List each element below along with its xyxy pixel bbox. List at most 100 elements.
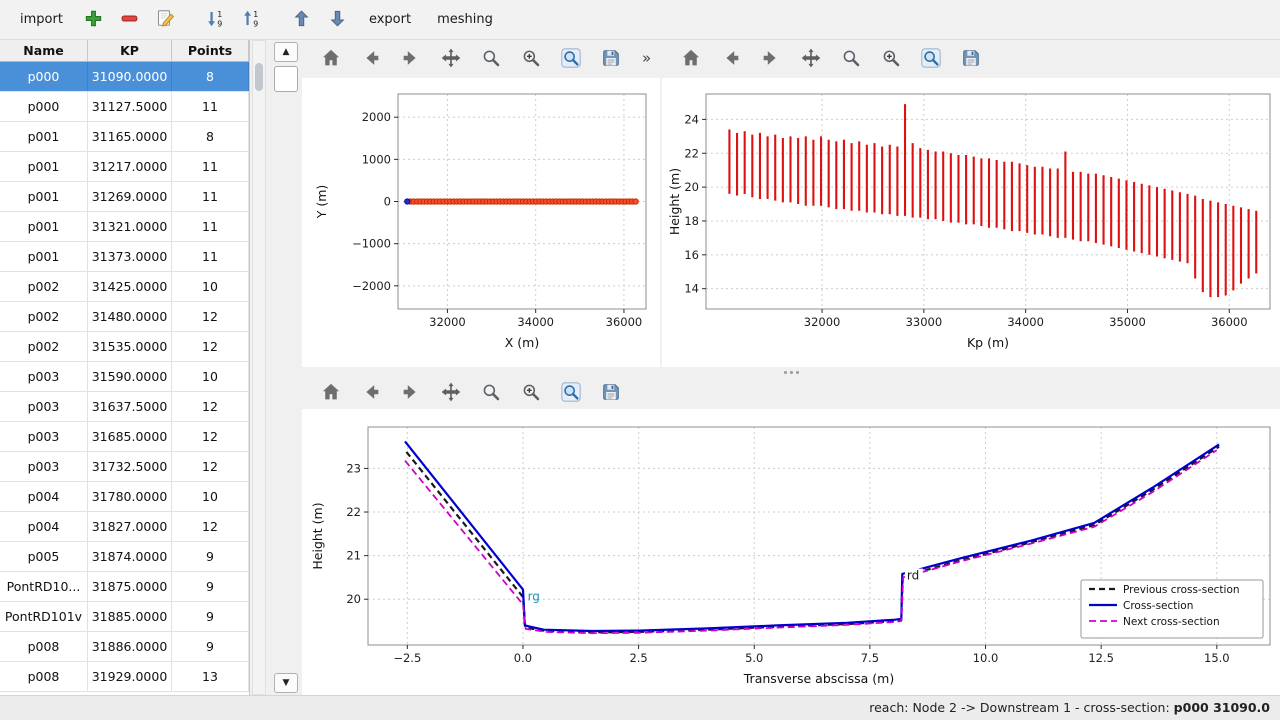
pan-button[interactable] bbox=[436, 379, 466, 407]
main-toolbar: import 19 19 export meshing bbox=[0, 0, 1280, 40]
longitudinal-profile-canvas[interactable]: 3200033000340003500036000141618202224Kp … bbox=[662, 78, 1280, 367]
table-cell-kp: 31637.5000 bbox=[88, 392, 172, 421]
zoom-rect-button[interactable] bbox=[556, 45, 586, 73]
save-button[interactable] bbox=[596, 379, 626, 407]
toolbar-overflow-button[interactable]: » bbox=[642, 49, 651, 67]
svg-text:33000: 33000 bbox=[906, 315, 943, 329]
scroll-down-button[interactable]: ▼ bbox=[274, 673, 298, 693]
zoom-rect-button[interactable] bbox=[556, 379, 586, 407]
pan-button[interactable] bbox=[796, 45, 826, 73]
column-header-kp[interactable]: KP bbox=[88, 40, 172, 61]
table-cell-kp: 31929.0000 bbox=[88, 662, 172, 691]
home-button[interactable] bbox=[676, 45, 706, 73]
table-cell-points: 8 bbox=[172, 122, 249, 151]
save-icon bbox=[600, 47, 622, 72]
zoom-rect-button[interactable] bbox=[916, 45, 946, 73]
svg-text:20: 20 bbox=[346, 592, 361, 606]
table-cell-points: 13 bbox=[172, 662, 249, 691]
table-row[interactable]: p00031127.500011 bbox=[0, 92, 249, 122]
home-icon bbox=[680, 47, 702, 72]
forward-button[interactable] bbox=[396, 379, 426, 407]
table-row[interactable]: p00531874.00009 bbox=[0, 542, 249, 572]
zoom-button[interactable] bbox=[836, 45, 866, 73]
move-up-button[interactable] bbox=[287, 6, 317, 34]
scroll-up-button[interactable]: ▲ bbox=[274, 42, 298, 62]
svg-text:Height (m): Height (m) bbox=[310, 502, 325, 569]
table-row[interactable]: p00331732.500012 bbox=[0, 452, 249, 482]
table-row[interactable]: p00831886.00009 bbox=[0, 632, 249, 662]
meshing-button[interactable]: meshing bbox=[427, 6, 503, 33]
svg-text:16: 16 bbox=[684, 248, 699, 262]
table-row[interactable]: p00331590.000010 bbox=[0, 362, 249, 392]
plots-area: 320003400036000−2000−1000010002000X (m)Y… bbox=[302, 40, 1280, 695]
table-cell-points: 10 bbox=[172, 482, 249, 511]
export-button[interactable]: export bbox=[359, 6, 421, 33]
table-row[interactable]: p00331637.500012 bbox=[0, 392, 249, 422]
edit-icon bbox=[155, 8, 176, 32]
table-row[interactable]: PontRD10...31875.00009 bbox=[0, 572, 249, 602]
forward-button[interactable] bbox=[756, 45, 786, 73]
table-row[interactable]: p00231425.000010 bbox=[0, 272, 249, 302]
zoom-in-button[interactable] bbox=[516, 45, 546, 73]
table-row[interactable]: p00131217.000011 bbox=[0, 152, 249, 182]
panel-scrollbar-thumb[interactable] bbox=[274, 66, 298, 92]
table-row[interactable]: p00831929.000013 bbox=[0, 662, 249, 692]
status-bar: reach: Node 2 -> Downstream 1 - cross-se… bbox=[0, 695, 1280, 720]
table-row[interactable]: p00331685.000012 bbox=[0, 422, 249, 452]
table-row[interactable]: p00231535.000012 bbox=[0, 332, 249, 362]
edit-cross-section-button[interactable] bbox=[151, 6, 181, 34]
table-scrollbar[interactable] bbox=[252, 40, 266, 695]
move-down-button[interactable] bbox=[323, 6, 353, 34]
table-cell-kp: 31480.0000 bbox=[88, 302, 172, 331]
table-row[interactable]: p00431827.000012 bbox=[0, 512, 249, 542]
table-cell-kp: 31269.0000 bbox=[88, 182, 172, 211]
table-cell-name: p004 bbox=[0, 482, 88, 511]
status-text: reach: Node 2 -> Downstream 1 - cross-se… bbox=[869, 700, 1173, 715]
pan-button[interactable] bbox=[436, 45, 466, 73]
home-button[interactable] bbox=[316, 45, 346, 73]
svg-text:2000: 2000 bbox=[362, 110, 391, 124]
cross-section-canvas[interactable]: −2.50.02.55.07.510.012.515.020212223Tran… bbox=[302, 409, 1280, 695]
table-row[interactable]: p00431780.000010 bbox=[0, 482, 249, 512]
table-cell-kp: 31886.0000 bbox=[88, 632, 172, 661]
back-button[interactable] bbox=[716, 45, 746, 73]
save-button[interactable] bbox=[596, 45, 626, 73]
remove-cross-section-button[interactable] bbox=[115, 6, 145, 34]
table-cell-name: p000 bbox=[0, 92, 88, 121]
home-button[interactable] bbox=[316, 379, 346, 407]
zoom-button[interactable] bbox=[476, 379, 506, 407]
cross-section-table: Name KP Points p00031090.00008p00031127.… bbox=[0, 40, 250, 695]
horizontal-splitter[interactable] bbox=[302, 367, 1280, 377]
panel-scrollbar[interactable]: ▲ ▼ bbox=[272, 40, 300, 695]
back-button[interactable] bbox=[356, 379, 386, 407]
table-row[interactable]: p00031090.00008 bbox=[0, 62, 249, 92]
svg-text:1000: 1000 bbox=[362, 152, 391, 166]
sort-ascending-button[interactable]: 19 bbox=[237, 6, 267, 34]
zoom-in-button[interactable] bbox=[516, 379, 546, 407]
table-scrollbar-thumb[interactable] bbox=[255, 63, 263, 91]
plan-view-canvas[interactable]: 320003400036000−2000−1000010002000X (m)Y… bbox=[302, 78, 660, 367]
table-row[interactable]: p00131373.000011 bbox=[0, 242, 249, 272]
import-button[interactable]: import bbox=[10, 6, 73, 33]
zoom-button[interactable] bbox=[476, 45, 506, 73]
forward-button[interactable] bbox=[396, 45, 426, 73]
add-cross-section-button[interactable] bbox=[79, 6, 109, 34]
svg-text:36000: 36000 bbox=[1211, 315, 1248, 329]
svg-text:Height (m): Height (m) bbox=[667, 168, 682, 235]
table-cell-name: p003 bbox=[0, 362, 88, 391]
table-cell-points: 11 bbox=[172, 152, 249, 181]
table-cell-name: p008 bbox=[0, 632, 88, 661]
zoom-in-button[interactable] bbox=[876, 45, 906, 73]
table-row[interactable]: p00131321.000011 bbox=[0, 212, 249, 242]
table-row[interactable]: PontRD101v31885.00009 bbox=[0, 602, 249, 632]
column-header-name[interactable]: Name bbox=[0, 40, 88, 61]
back-button[interactable] bbox=[356, 45, 386, 73]
sort-descending-button[interactable]: 19 bbox=[201, 6, 231, 34]
table-row[interactable]: p00131269.000011 bbox=[0, 182, 249, 212]
column-header-points[interactable]: Points bbox=[172, 40, 249, 61]
svg-text:14: 14 bbox=[684, 282, 699, 296]
table-row[interactable]: p00131165.00008 bbox=[0, 122, 249, 152]
svg-text:9: 9 bbox=[218, 19, 223, 28]
table-row[interactable]: p00231480.000012 bbox=[0, 302, 249, 332]
save-button[interactable] bbox=[956, 45, 986, 73]
